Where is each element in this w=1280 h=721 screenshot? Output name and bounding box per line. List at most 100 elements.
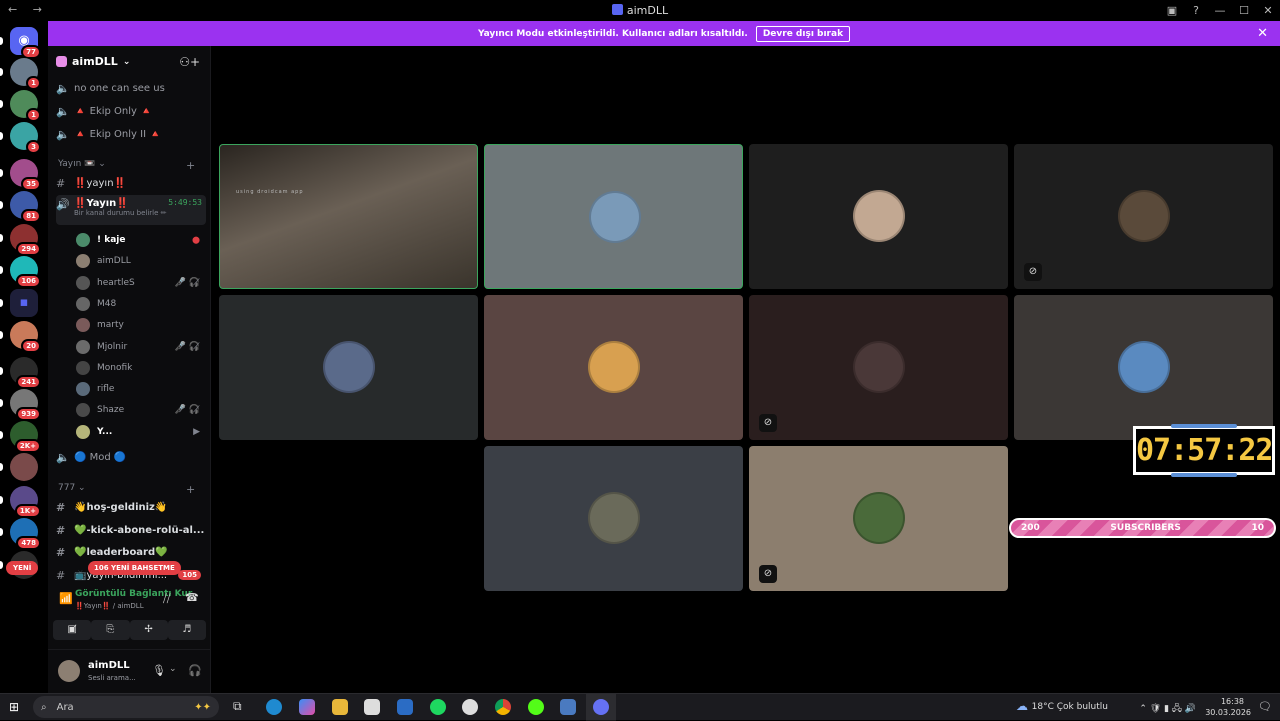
noise-suppression-icon[interactable]: ⧸⧸ [163,592,170,606]
minimize-button[interactable]: — [1208,4,1232,17]
server-icon[interactable]: 20 [10,321,41,353]
headphones-icon[interactable]: 🎧 [188,664,202,677]
video-tile[interactable] [219,295,478,440]
close-button[interactable]: ✕ [1256,4,1280,17]
activities-button[interactable]: ✢ [129,620,168,640]
video-tile[interactable]: using droidcam app [219,144,478,289]
channel-hos-geldiniz[interactable]: # 👋hoş-geldiniz👋 [56,497,206,517]
channel-voice-active[interactable]: 🔊 ‼️Yayın‼️ 5:49:53 Bir kanal durumu beli… [56,195,206,225]
voice-user[interactable]: heartleS 🎤̸ 🎧̸ [76,273,206,293]
add-member-icon[interactable]: ⚇+ [179,55,200,69]
server-badge: 3 [26,140,41,154]
server-icon[interactable]: ▪ [10,289,38,317]
soundboard-button[interactable]: ♬ [167,620,206,640]
voice-user[interactable]: ! kaje ⬤ [76,230,206,250]
server-icon[interactable] [10,453,38,481]
store-icon[interactable] [364,699,380,715]
channel-leaderboard[interactable]: # 💚leaderboard💚 [56,542,206,562]
voice-user[interactable]: Y... ▶ [76,422,206,442]
voice-user[interactable]: Monofik [76,358,206,378]
clock-time[interactable]: 16:38 [1221,697,1244,706]
tray-icons[interactable]: ⌃ 🛡 ▮ 🖧 🔊 [1139,701,1196,717]
mention-badge[interactable]: 106 YENİ BAHSETME [88,561,181,575]
disconnect-icon[interactable]: ☎ [185,591,199,604]
video-tile[interactable] [484,144,743,289]
user-avatar[interactable] [58,660,80,682]
camera-off-button[interactable]: ▣̸ [53,620,92,640]
close-banner-icon[interactable]: ✕ [1257,26,1268,41]
server-icon[interactable]: 106 [10,256,41,288]
file-explorer-icon[interactable] [332,699,348,715]
channel-kick-abone[interactable]: # 💚-kick-abone-rolü-al... [56,520,206,540]
screen-share-button[interactable]: ⎘ [91,620,130,640]
server-list: ◉ 77 1 1 3 35 81 294 106 ▪ 20 241 939 2K+ 1K+ 478 YENİ [0,21,48,693]
channel-text-yayin[interactable]: # ‼️yayın‼️ [56,173,206,193]
voice-user[interactable]: rifle [76,379,206,399]
inbox-icon[interactable]: ▣ [1160,4,1184,17]
video-tile[interactable] [1014,295,1273,440]
server-badge: 81 [21,209,41,223]
copilot-icon[interactable] [299,699,315,715]
server-icon[interactable]: 1K+ [10,486,41,518]
video-tile[interactable] [484,446,743,591]
obs-icon[interactable] [462,699,478,715]
video-tile[interactable] [749,144,1008,289]
voice-channel-status[interactable]: Bir kanal durumu belirle ✏ [74,209,206,217]
server-icon[interactable]: 3 [10,122,41,154]
voice-user[interactable]: Shaze 🎤̸ 🎧̸ [76,400,206,420]
category-yayin[interactable]: Yayın 📼 ⌄ + [58,159,208,172]
voice-connection-subtitle[interactable]: ‼️Yayın‼️ / aimDLL [75,602,144,610]
server-badge: 1 [26,76,41,90]
microphone-icon[interactable]: 🎙 [152,664,166,677]
hash-icon: # [56,545,66,559]
help-icon[interactable]: ? [1184,4,1208,17]
taskbar-search[interactable]: ⌕ Ara ✦✦ [33,696,219,718]
server-icon[interactable]: 81 [10,191,41,223]
task-view-icon[interactable]: ⧉ [233,699,242,714]
channel-voice-1[interactable]: 🔈 no one can see us [56,78,206,98]
server-icon[interactable]: 939 [10,389,41,421]
mail-icon[interactable] [397,699,413,715]
add-channel-icon[interactable]: + [186,483,195,496]
user-name[interactable]: aimDLL [88,660,130,671]
spotify-icon[interactable] [430,699,446,715]
video-tile[interactable]: ⊘ [749,295,1008,440]
category-777[interactable]: 777 ⌄ + [58,483,208,496]
server-icon[interactable]: 478 [10,518,41,550]
clock-date[interactable]: 30.03.2026 [1205,708,1251,717]
guild-header[interactable]: aimDLL ⌄ [56,55,130,68]
server-icon[interactable]: ◉ 77 [10,27,41,59]
server-icon[interactable]: 2K+ [10,421,41,453]
avatar [76,339,90,354]
add-channel-icon[interactable]: + [186,159,195,172]
chevron-down-icon[interactable]: ⌄ [169,664,177,674]
edge-icon[interactable] [266,699,282,715]
voice-user-name: Mjolnir [97,341,128,352]
server-icon[interactable]: 294 [10,224,41,256]
voice-user[interactable]: marty [76,315,206,335]
app-icon[interactable] [560,699,576,715]
server-icon[interactable]: 1 [10,90,41,122]
server-icon[interactable]: 35 [10,159,41,191]
weather-text[interactable]: 18°C Çok bulutlu [1032,702,1108,712]
server-icon[interactable]: 241 [10,357,41,389]
video-tile[interactable]: ⊘ [749,446,1008,591]
channel-voice-3[interactable]: 🔈 🔺 Ekip Only II 🔺 [56,124,206,144]
notification-icon[interactable]: 🗨 [1258,700,1272,713]
chrome-icon[interactable] [495,699,511,715]
video-camera-icon: ▶ [193,426,200,437]
voice-user[interactable]: aimDLL [76,251,206,271]
channel-voice-2[interactable]: 🔈 🔺 Ekip Only 🔺 [56,101,206,121]
signal-icon: 📶 [59,592,73,605]
video-tile[interactable]: ⊘ [1014,144,1273,289]
voice-user[interactable]: M48 [76,294,206,314]
video-tile[interactable] [484,295,743,440]
new-badge[interactable]: YENİ [6,561,39,575]
kick-icon[interactable] [528,699,544,715]
channel-mod[interactable]: 🔈 🔵 Mod 🔵 [56,447,206,467]
voice-user[interactable]: Mjolnir 🎤̸ 🎧̸ [76,337,206,357]
disable-streamer-mode-button[interactable]: Devre dışı bırak [755,25,851,42]
server-icon[interactable]: 1 [10,58,41,90]
maximize-button[interactable]: ☐ [1232,4,1256,17]
windows-start-icon[interactable]: ⊞ [9,700,19,714]
